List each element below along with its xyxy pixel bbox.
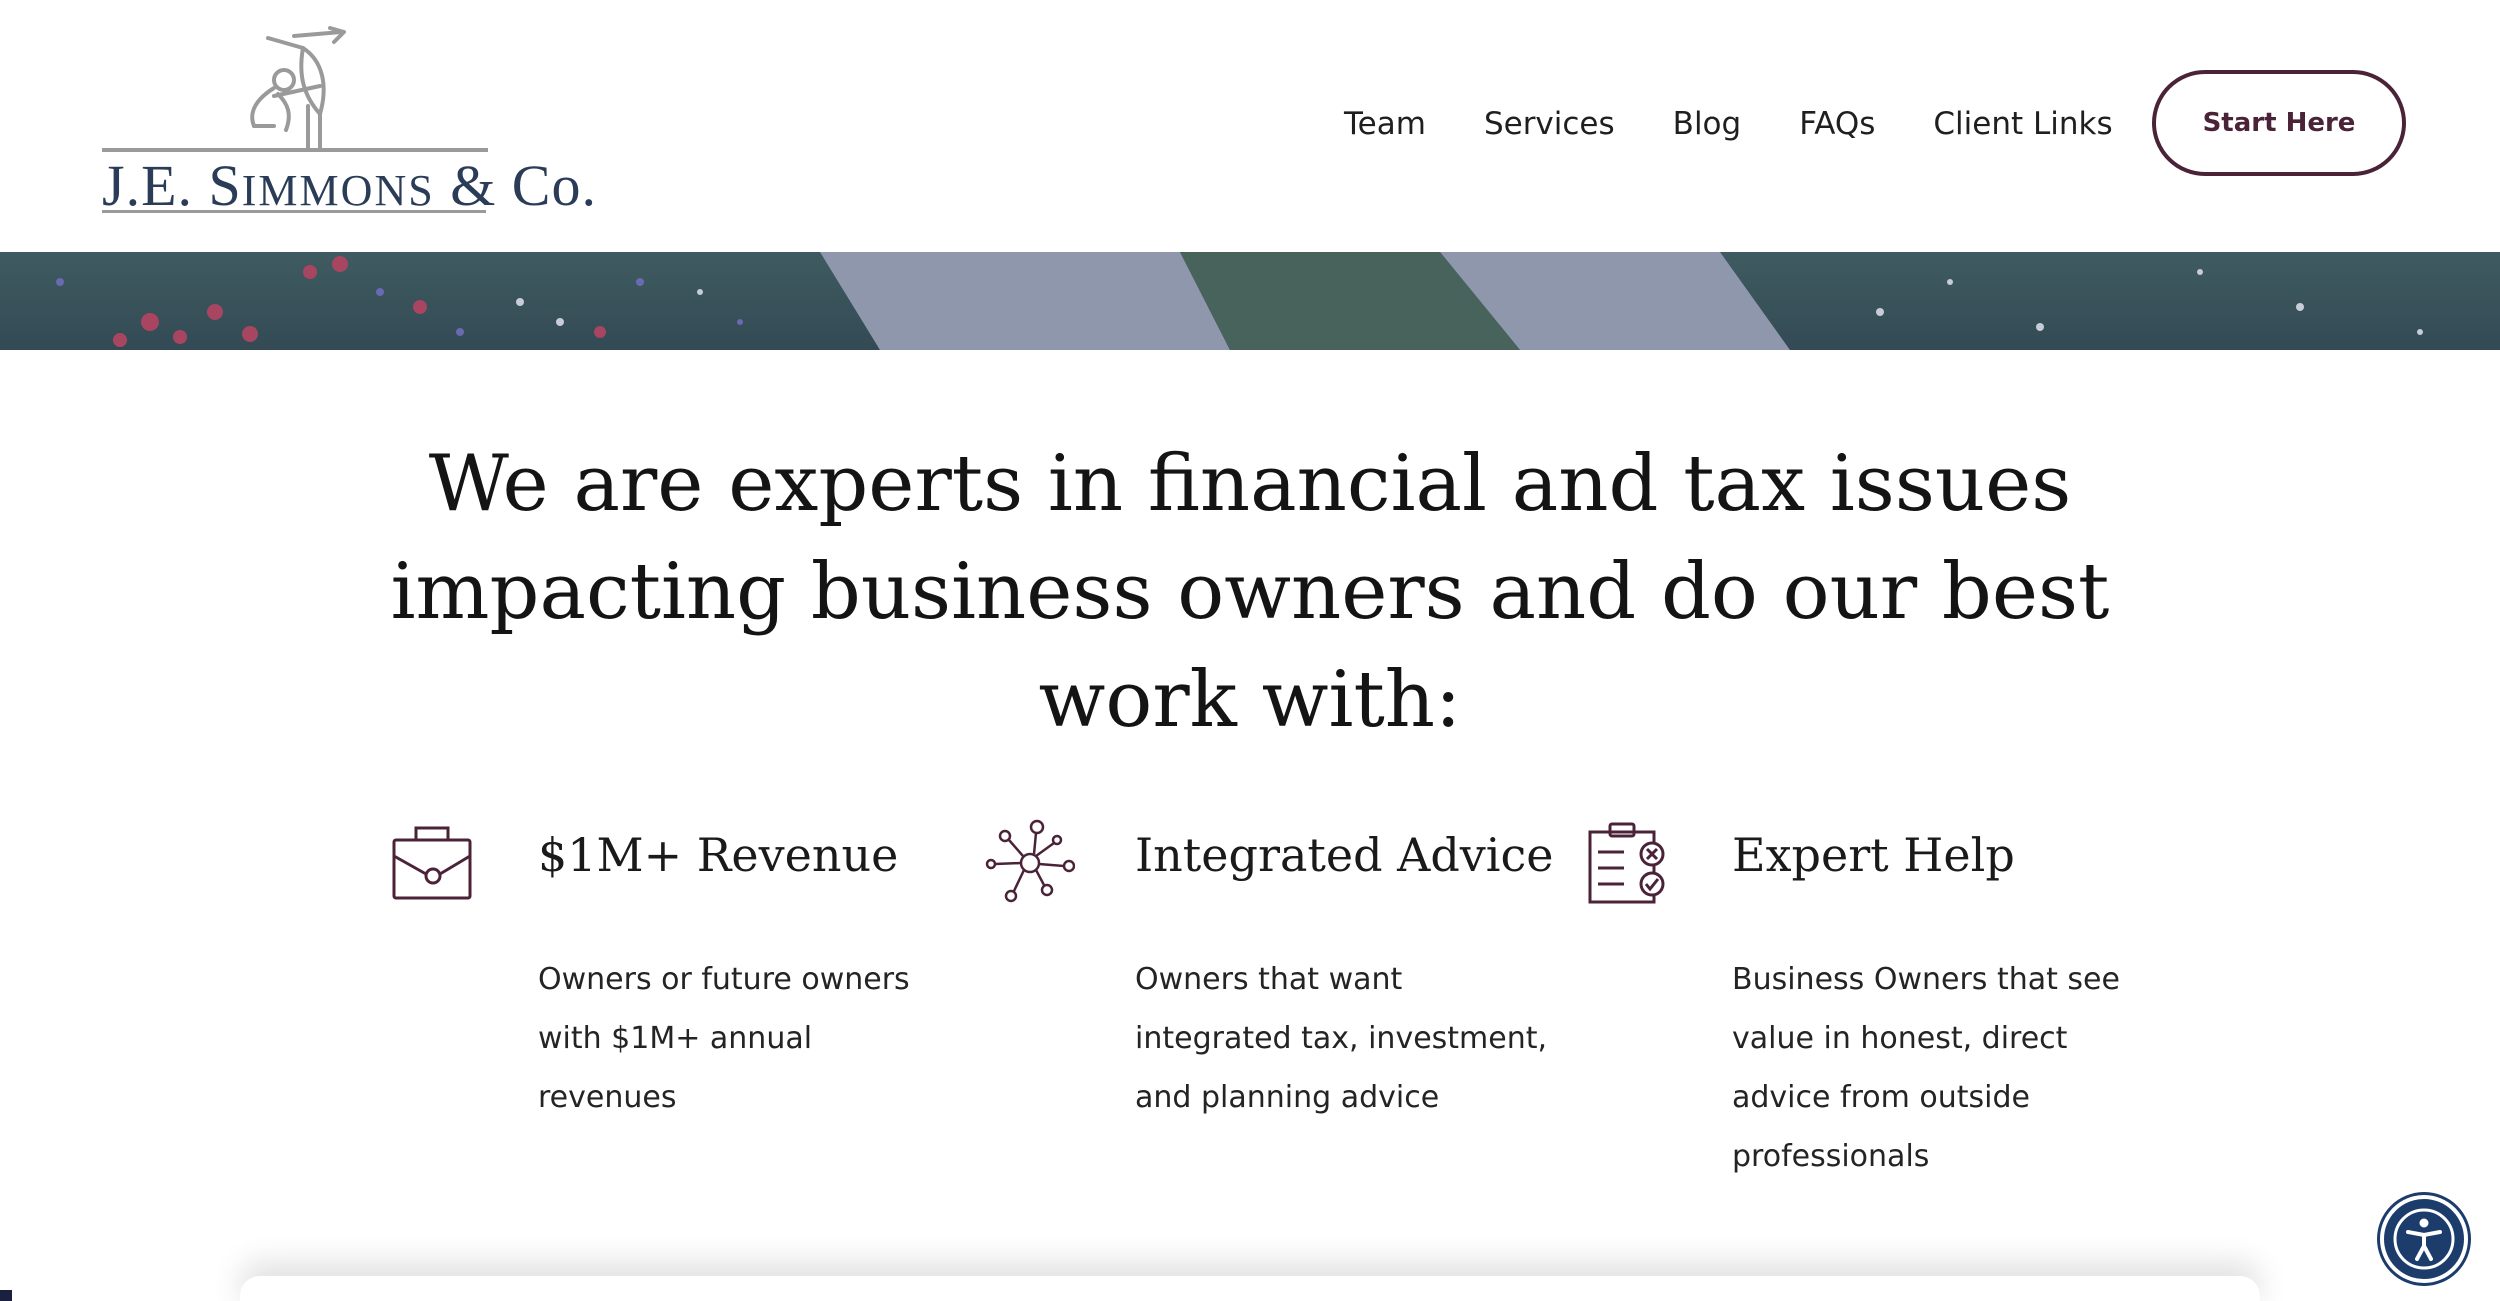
company-logo[interactable]: J.E. SIMMONS & Co. bbox=[98, 26, 596, 222]
clipboard-check-icon bbox=[1582, 818, 1672, 908]
network-icon bbox=[985, 818, 1076, 908]
feature-title: Expert Help bbox=[1732, 828, 2015, 882]
start-here-button[interactable]: Start Here bbox=[2152, 70, 2406, 176]
accessibility-button[interactable] bbox=[2380, 1195, 2468, 1283]
archer-logo-icon bbox=[102, 26, 488, 152]
nav-client-links[interactable]: Client Links bbox=[1933, 100, 2112, 148]
nav-team[interactable]: Team bbox=[1344, 100, 1426, 148]
field-path-image bbox=[0, 252, 2500, 350]
accessibility-icon bbox=[2393, 1208, 2455, 1270]
logo-underline bbox=[102, 210, 486, 213]
logo-wordmark: J.E. SIMMONS & Co. bbox=[102, 153, 597, 218]
next-section-card-edge bbox=[240, 1276, 2260, 1301]
feature-description: Business Owners that see value in honest… bbox=[1732, 962, 2120, 1174]
feature-description: Owners or future owners with $1M+ annual… bbox=[538, 962, 910, 1115]
feature-title: Integrated Advice bbox=[1135, 828, 1554, 882]
feature-title: $1M+ Revenue bbox=[538, 828, 899, 882]
section-headline: We are experts in financial and tax issu… bbox=[390, 439, 2110, 745]
nav-services[interactable]: Services bbox=[1484, 100, 1615, 148]
feature-description: Owners that want integrated tax, investm… bbox=[1135, 962, 1548, 1115]
site-header: J.E. SIMMONS & Co. Team Services Blog FA… bbox=[0, 0, 2500, 252]
window-corner bbox=[0, 1290, 12, 1301]
nav-faqs[interactable]: FAQs bbox=[1799, 100, 1875, 148]
hero-image bbox=[0, 252, 2500, 350]
main-nav: Team Services Blog FAQs Client Links bbox=[1344, 100, 2113, 148]
nav-blog[interactable]: Blog bbox=[1673, 100, 1742, 148]
briefcase-icon bbox=[388, 818, 478, 908]
